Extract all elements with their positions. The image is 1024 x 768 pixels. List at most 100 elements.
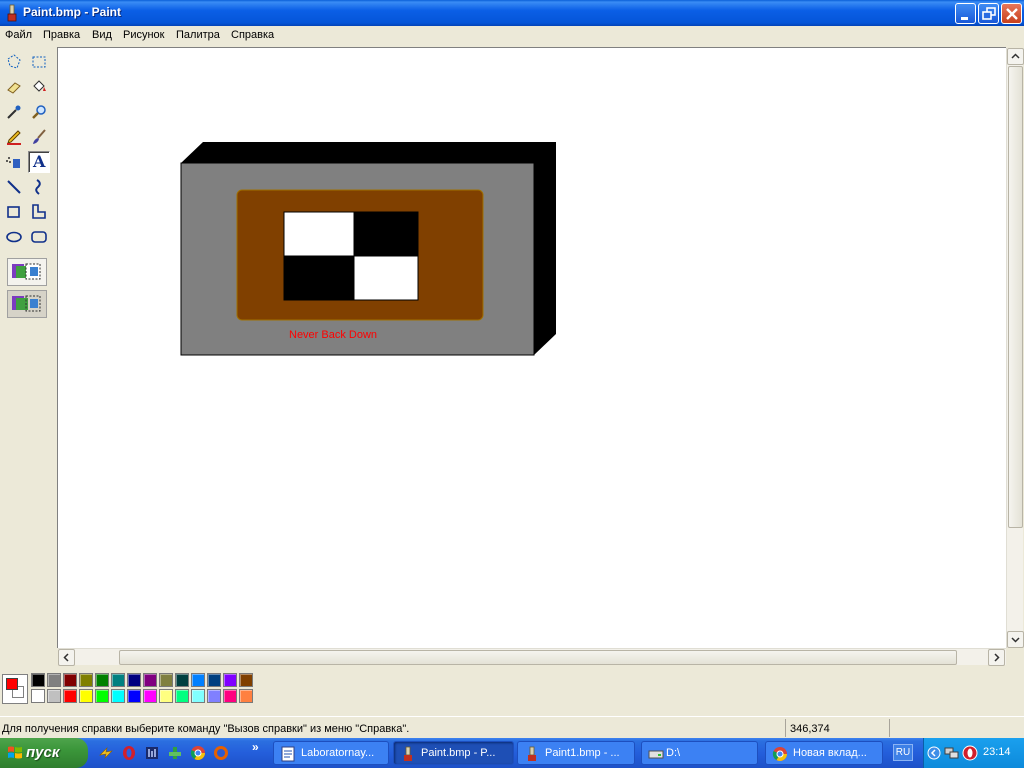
task-new-tab[interactable]: Новая вклад...: [765, 741, 883, 765]
rectangle-icon: [7, 206, 20, 218]
tool-rect-select[interactable]: [28, 51, 50, 73]
palette-swatch[interactable]: [63, 689, 77, 703]
tool-text[interactable]: A: [28, 151, 50, 173]
tool-rectangle[interactable]: [3, 201, 25, 223]
word-doc-icon: [281, 746, 295, 762]
canvas-drawing: [180, 142, 556, 356]
palette-swatch[interactable]: [223, 673, 237, 687]
scroll-right-button[interactable]: [988, 649, 1005, 666]
language-indicator[interactable]: RU: [893, 744, 913, 761]
horizontal-scroll-thumb[interactable]: [119, 650, 957, 665]
opera-tray-icon[interactable]: [962, 745, 978, 761]
palette-swatch[interactable]: [175, 689, 189, 703]
color-picker-icon: [7, 105, 21, 119]
palette-swatch[interactable]: [47, 673, 61, 687]
quicklaunch-chrome-icon[interactable]: [190, 745, 206, 761]
tool-eraser[interactable]: [3, 76, 25, 98]
palette-swatch[interactable]: [47, 689, 61, 703]
scroll-left-button[interactable]: [58, 649, 75, 666]
tool-curve[interactable]: [28, 176, 50, 198]
menu-file[interactable]: Файл: [5, 29, 32, 41]
scroll-up-button[interactable]: [1007, 48, 1024, 65]
palette-swatch[interactable]: [207, 673, 221, 687]
palette-swatch[interactable]: [159, 673, 173, 687]
palette-swatch[interactable]: [127, 673, 141, 687]
palette-swatch[interactable]: [223, 689, 237, 703]
vertical-scroll-thumb[interactable]: [1008, 66, 1023, 528]
transparency-opaque-option[interactable]: [7, 258, 47, 286]
palette-swatch[interactable]: [111, 689, 125, 703]
quicklaunch-app-icon[interactable]: [144, 745, 160, 761]
arrow-up-icon: [1011, 53, 1020, 59]
menu-help[interactable]: Справка: [231, 29, 274, 41]
network-icon[interactable]: [944, 745, 960, 761]
task-laboratornay[interactable]: Laboratornay...: [273, 741, 389, 765]
tool-rounded-rect[interactable]: [28, 226, 50, 248]
status-bar: Для получения справки выберите команду "…: [0, 716, 1024, 738]
tool-fill[interactable]: [28, 76, 50, 98]
palette-swatch[interactable]: [31, 673, 45, 687]
paint-app-icon[interactable]: [4, 4, 20, 22]
palette-swatch[interactable]: [239, 673, 253, 687]
menu-image[interactable]: Рисунок: [123, 29, 165, 41]
close-button[interactable]: [1001, 3, 1022, 24]
tool-free-form-select[interactable]: [3, 51, 25, 73]
cursor-coordinates: 346,374: [785, 719, 885, 737]
tool-polygon[interactable]: [28, 201, 50, 223]
palette-swatch[interactable]: [191, 689, 205, 703]
palette-swatch[interactable]: [127, 689, 141, 703]
menu-colors[interactable]: Палитра: [176, 29, 220, 41]
palette-swatch[interactable]: [143, 673, 157, 687]
palette-swatch[interactable]: [63, 673, 77, 687]
tool-magnifier[interactable]: [28, 101, 50, 123]
palette-swatch[interactable]: [111, 673, 125, 687]
task-paint-bmp[interactable]: Paint.bmp - P...: [393, 741, 514, 765]
palette-swatch[interactable]: [79, 673, 93, 687]
restore-button[interactable]: [978, 3, 999, 24]
chrome-icon: [772, 747, 787, 761]
foreground-color-swatch: [6, 678, 18, 690]
quicklaunch-overflow-chevron[interactable]: »: [252, 740, 259, 754]
palette-swatch[interactable]: [191, 673, 205, 687]
palette-swatch[interactable]: [175, 673, 189, 687]
tool-pencil[interactable]: [3, 126, 25, 148]
palette-swatch[interactable]: [31, 689, 45, 703]
menu-edit[interactable]: Правка: [43, 29, 80, 41]
paint-icon: [404, 746, 412, 761]
palette-swatch[interactable]: [239, 689, 253, 703]
tool-airbrush[interactable]: [3, 151, 25, 173]
palette-swatch[interactable]: [79, 689, 93, 703]
quicklaunch-opera-icon[interactable]: [121, 745, 137, 761]
quicklaunch-tool-icon[interactable]: [167, 745, 183, 761]
quicklaunch-flash-icon[interactable]: [98, 745, 114, 761]
palette-swatch[interactable]: [207, 689, 221, 703]
palette-swatch[interactable]: [95, 673, 109, 687]
menu-view[interactable]: Вид: [92, 29, 112, 41]
palette-swatch[interactable]: [143, 689, 157, 703]
palette-swatch[interactable]: [159, 689, 173, 703]
text-tool-icon: A: [33, 152, 46, 171]
taskbar: пуск » Laboratornay... Paint.bmp - P... …: [0, 738, 1024, 768]
transparency-transparent-option[interactable]: [7, 290, 47, 318]
tool-ellipse[interactable]: [3, 226, 25, 248]
start-button[interactable]: пуск: [0, 738, 88, 768]
horizontal-scrollbar[interactable]: [58, 648, 1006, 666]
close-icon: [1006, 8, 1018, 20]
tool-brush[interactable]: [28, 126, 50, 148]
palette-swatch[interactable]: [95, 689, 109, 703]
tool-color-picker[interactable]: [3, 101, 25, 123]
tool-line[interactable]: [3, 176, 25, 198]
vertical-scrollbar[interactable]: [1006, 48, 1024, 648]
transparent-selection-icon: [12, 295, 41, 312]
free-form-select-icon: [7, 54, 21, 69]
checker-cell-white-1: [283, 211, 355, 257]
minimize-button[interactable]: [955, 3, 976, 24]
tray-expand-icon[interactable]: [927, 746, 941, 760]
current-colors[interactable]: [2, 674, 28, 704]
scroll-down-button[interactable]: [1007, 631, 1024, 648]
task-paint1-bmp[interactable]: Paint1.bmp - ...: [517, 741, 635, 765]
status-help-text: Для получения справки выберите команду "…: [2, 723, 410, 735]
quicklaunch-firefox-icon[interactable]: [213, 745, 229, 761]
task-drive-d[interactable]: D:\: [641, 741, 758, 765]
drawing-canvas[interactable]: Never Back Down: [57, 47, 1006, 648]
